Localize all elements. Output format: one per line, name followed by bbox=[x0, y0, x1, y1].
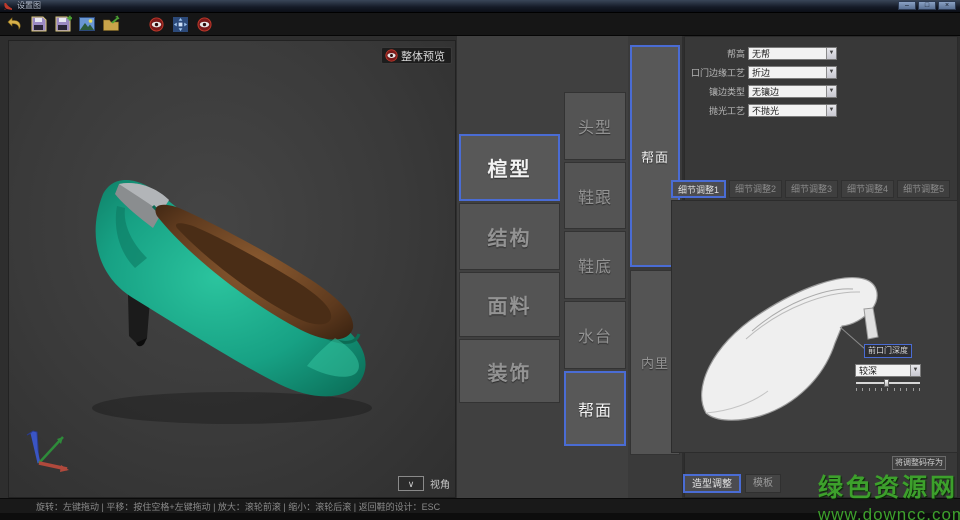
right-panel: 帮高 无帮 ▼ 口门边缘工艺 折边 ▼ 镶边类型 无镶边 ▼ 抛光工艺 不抛光 bbox=[684, 36, 958, 498]
detail-tab-bar: 细节调整1 细节调整2 细节调整3 细节调整4 细节调整5 bbox=[671, 180, 950, 198]
render-preview-icon[interactable] bbox=[147, 15, 166, 34]
throat-edge-select[interactable]: 折边 ▼ bbox=[748, 66, 837, 79]
dropdown-arrow-icon[interactable]: ▼ bbox=[826, 48, 836, 59]
shoe-sketch bbox=[672, 201, 959, 454]
status-help-text: 旋转：左键拖动 | 平移：按住空格+左键拖动 | 放大：滚轮前滚 | 缩小：滚轮… bbox=[36, 500, 440, 513]
view-angle-label: 视角 bbox=[430, 476, 450, 491]
prop-label: 抛光工艺 bbox=[685, 104, 745, 117]
select-value: 无帮 bbox=[749, 47, 826, 60]
close-button[interactable]: × bbox=[938, 1, 956, 10]
save-icon[interactable] bbox=[29, 15, 48, 34]
statusbar: 旋转：左键拖动 | 平移：按住空格+左键拖动 | 放大：滚轮前滚 | 缩小：滚轮… bbox=[0, 498, 960, 513]
window-title: 设置图 bbox=[17, 1, 41, 11]
image-icon[interactable] bbox=[77, 15, 96, 34]
tab-label: 结构 bbox=[488, 222, 532, 251]
tab-label: 鞋跟 bbox=[578, 184, 612, 208]
detail-tab-1[interactable]: 细节调整1 bbox=[671, 180, 726, 198]
tab-last-shape[interactable]: 楦型 bbox=[459, 134, 560, 201]
tab-label: 帮面 bbox=[641, 147, 669, 166]
maximize-button[interactable]: □ bbox=[918, 1, 936, 10]
tab-label: 内里 bbox=[641, 353, 669, 372]
view-angle-control: ∨ 视角 bbox=[398, 476, 450, 491]
app-logo-shoe-icon bbox=[3, 2, 13, 11]
tab-label: 帮面 bbox=[578, 397, 612, 421]
slider-ticks bbox=[856, 388, 920, 391]
tab-heel[interactable]: 鞋跟 bbox=[564, 162, 626, 229]
tab-label: 头型 bbox=[578, 114, 612, 138]
tab-decoration[interactable]: 装饰 bbox=[459, 339, 560, 403]
prop-row-polish: 抛光工艺 不抛光 ▼ bbox=[685, 103, 957, 117]
detail-tab-5[interactable]: 细节调整5 bbox=[897, 180, 950, 198]
main-tab-column: 楦型 结构 面料 装饰 bbox=[457, 36, 562, 498]
slider-handle[interactable] bbox=[884, 379, 889, 387]
dropdown-arrow-icon[interactable]: ▼ bbox=[826, 86, 836, 97]
shoe-3d-model bbox=[57, 136, 387, 446]
detail-tab-4[interactable]: 细节调整4 bbox=[841, 180, 894, 198]
select-value: 不抛光 bbox=[749, 104, 826, 117]
tab-label: 面料 bbox=[488, 290, 532, 319]
detail-tab-2[interactable]: 细节调整2 bbox=[729, 180, 782, 198]
tab-label: 楦型 bbox=[488, 153, 532, 182]
viewport-3d[interactable]: 整体预览 bbox=[8, 40, 456, 498]
select-value: 较深 bbox=[856, 364, 910, 377]
upper-height-select[interactable]: 无帮 ▼ bbox=[748, 47, 837, 60]
adjust-preview-area: 前口门深度 较深 ▼ bbox=[671, 200, 958, 453]
tab-structure[interactable]: 结构 bbox=[459, 203, 560, 270]
prop-label: 帮高 bbox=[685, 47, 745, 60]
template-button[interactable]: 模板 bbox=[745, 474, 781, 493]
throat-depth-annotation-button[interactable]: 前口门深度 bbox=[864, 344, 912, 358]
overall-preview-label: 整体预览 bbox=[401, 48, 445, 64]
trim-type-select[interactable]: 无镶边 ▼ bbox=[748, 85, 837, 98]
select-value: 折边 bbox=[749, 66, 826, 79]
tab-label: 鞋底 bbox=[578, 253, 612, 277]
depth-select[interactable]: 较深 ▼ bbox=[855, 364, 921, 377]
tab-label: 水台 bbox=[578, 323, 612, 347]
titlebar: 设置图 – □ × bbox=[0, 0, 960, 13]
eye-icon bbox=[385, 49, 398, 62]
tab-upper[interactable]: 帮面 bbox=[564, 371, 626, 446]
tab-sole[interactable]: 鞋底 bbox=[564, 231, 626, 299]
axis-gizmo bbox=[17, 423, 75, 475]
prop-row-trim-type: 镶边类型 无镶边 ▼ bbox=[685, 84, 957, 98]
export-icon[interactable] bbox=[101, 15, 120, 34]
tab-toe-shape[interactable]: 头型 bbox=[564, 92, 626, 160]
prop-label: 口门边缘工艺 bbox=[685, 66, 745, 79]
detail-tab-3[interactable]: 细节调整3 bbox=[785, 180, 838, 198]
toolbar bbox=[0, 13, 960, 36]
depth-slider[interactable] bbox=[856, 379, 920, 391]
shape-tab-column: 头型 鞋跟 鞋底 水台 帮面 bbox=[562, 36, 628, 498]
prop-row-throat-edge: 口门边缘工艺 折边 ▼ bbox=[685, 65, 957, 79]
save-adjustment-button[interactable]: 将调整码存为 bbox=[892, 456, 946, 470]
prop-row-upper-height: 帮高 无帮 ▼ bbox=[685, 46, 957, 60]
workspace: 整体预览 bbox=[0, 36, 960, 498]
overall-preview-button[interactable]: 整体预览 bbox=[381, 47, 452, 64]
save-as-icon[interactable] bbox=[53, 15, 72, 34]
material-preview-icon[interactable] bbox=[195, 15, 214, 34]
tab-label: 装饰 bbox=[488, 357, 532, 386]
style-adjust-button[interactable]: 造型调整 bbox=[683, 474, 741, 493]
window-bottom-edge bbox=[0, 513, 960, 520]
fit-view-icon[interactable] bbox=[171, 15, 190, 34]
minimize-button[interactable]: – bbox=[898, 1, 916, 10]
dropdown-arrow-icon[interactable]: ▼ bbox=[910, 365, 920, 376]
tab-platform[interactable]: 水台 bbox=[564, 301, 626, 369]
polish-select[interactable]: 不抛光 ▼ bbox=[748, 104, 837, 117]
bottom-button-bar: 造型调整 模板 bbox=[683, 474, 781, 493]
undo-icon[interactable] bbox=[5, 15, 24, 34]
dropdown-arrow-icon[interactable]: ▼ bbox=[826, 105, 836, 116]
prop-label: 镶边类型 bbox=[685, 85, 745, 98]
select-value: 无镶边 bbox=[749, 85, 826, 98]
dropdown-arrow-icon[interactable]: ▼ bbox=[826, 67, 836, 78]
tab-fabric[interactable]: 面料 bbox=[459, 272, 560, 337]
chevron-down-icon[interactable]: ∨ bbox=[398, 476, 424, 491]
